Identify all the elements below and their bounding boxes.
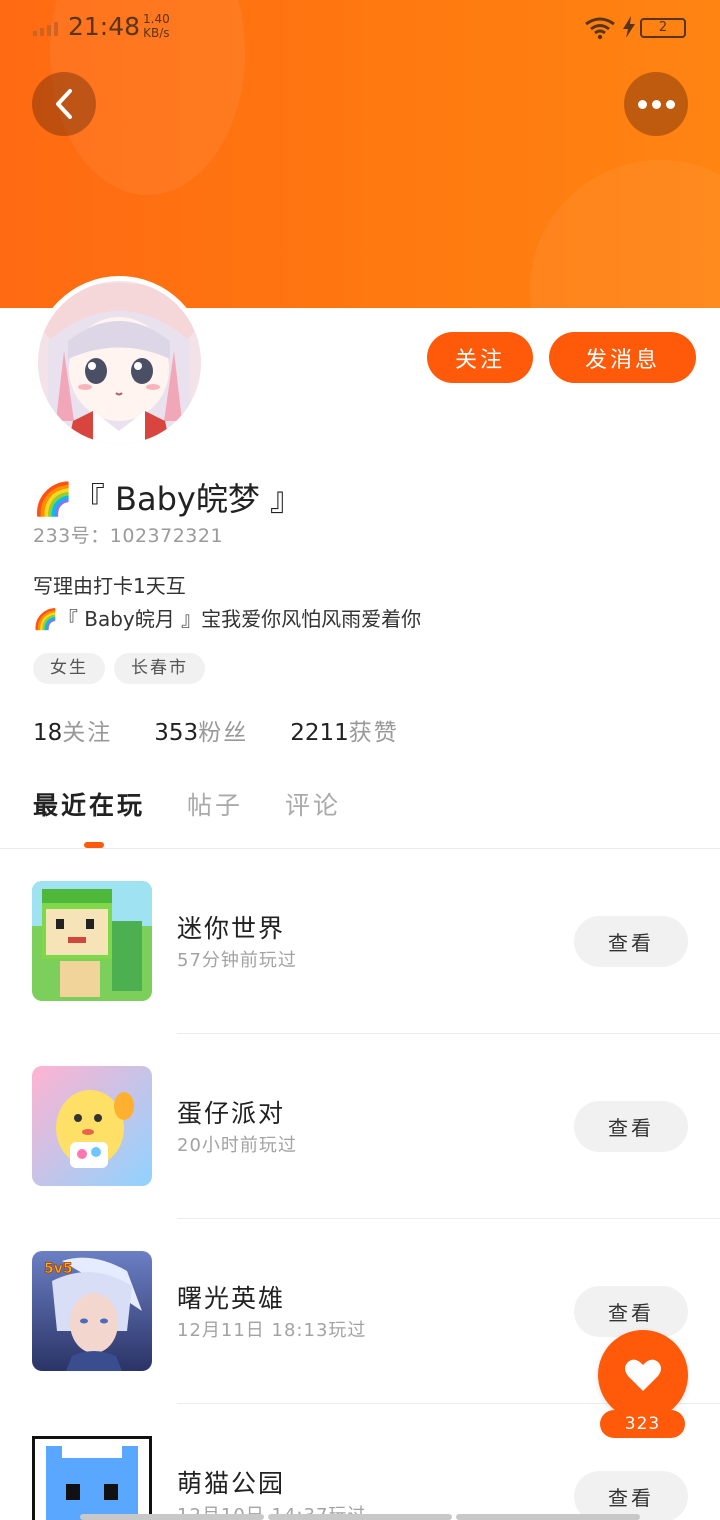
cute-cat-park-icon <box>32 1436 152 1520</box>
profile-stats: 18关注 353粉丝 2211获赞 <box>33 713 399 747</box>
list-item[interactable]: 蛋仔派对 20小时前玩过 查看 <box>0 1034 720 1219</box>
profile-uid: 233号：102372321 <box>33 525 224 547</box>
game-title: 迷你世界 <box>177 914 286 943</box>
fans-count: 353 <box>154 720 199 746</box>
back-button[interactable] <box>32 72 96 136</box>
status-bar: 21:48 1.40 KB/s 2 <box>0 0 720 56</box>
game-title: 曙光英雄 <box>177 1284 286 1313</box>
battery-icon: 2 <box>640 18 686 38</box>
profile-bio-line: 🌈『 Baby皖月 』宝我爱你风怕风雨爱着你 <box>33 607 422 631</box>
tab-posts[interactable]: 帖子 <box>187 786 243 822</box>
stat-following[interactable]: 18关注 <box>33 713 112 747</box>
tag-city: 长春市 <box>114 653 205 684</box>
chevron-left-icon <box>56 89 72 119</box>
stat-likes: 2211获赞 <box>290 713 399 747</box>
game-title: 萌猫公园 <box>177 1469 286 1498</box>
heart-icon <box>625 1359 661 1391</box>
profile-nickname: 🌈『 Baby皖梦 』 <box>33 480 303 518</box>
net-speed-unit: KB/s <box>143 26 170 40</box>
game-last-played: 20小时前玩过 <box>177 1135 297 1156</box>
signal-icon <box>33 22 58 36</box>
fans-label: 粉丝 <box>198 720 249 746</box>
more-button[interactable] <box>624 72 688 136</box>
list-item[interactable]: 迷你世界 57分钟前玩过 查看 <box>0 849 720 1034</box>
anime-girl-avatar <box>38 281 201 444</box>
mini-world-icon <box>32 881 152 1001</box>
following-label: 关注 <box>62 720 113 746</box>
tag-gender: 女生 <box>33 653 105 684</box>
profile-bio-line: 写理由打卡1天互 <box>33 574 186 598</box>
net-speed: 1.40 KB/s <box>143 12 170 40</box>
view-game-button[interactable]: 查看 <box>574 916 688 967</box>
wifi-icon <box>585 17 615 40</box>
status-time: 21:48 <box>68 12 141 41</box>
net-speed-value: 1.40 <box>143 12 170 26</box>
send-message-button[interactable]: 发消息 <box>549 332 696 383</box>
decor-circle <box>530 160 720 308</box>
following-count: 18 <box>33 720 63 746</box>
game-title: 蛋仔派对 <box>177 1099 286 1128</box>
eggy-party-icon <box>32 1066 152 1186</box>
view-game-button[interactable]: 查看 <box>574 1471 688 1520</box>
charging-icon <box>623 16 635 38</box>
tab-comments[interactable]: 评论 <box>285 786 341 822</box>
view-game-button[interactable]: 查看 <box>574 1286 688 1337</box>
likes-count: 2211 <box>290 720 349 746</box>
game-last-played: 12月11日 18:13玩过 <box>177 1320 367 1341</box>
profile-tabs: 最近在玩 帖子 评论 <box>33 786 341 822</box>
view-game-button[interactable]: 查看 <box>574 1101 688 1152</box>
profile-tags: 女生 长春市 <box>33 653 205 684</box>
more-dots-icon <box>637 99 675 109</box>
likes-label: 获赞 <box>348 720 399 746</box>
follow-button[interactable]: 关注 <box>427 332 533 383</box>
game-badge: 5v5 <box>44 1261 73 1277</box>
avatar[interactable] <box>33 276 206 449</box>
game-last-played: 57分钟前玩过 <box>177 950 297 971</box>
like-count: 323 <box>600 1410 685 1438</box>
dawn-hero-icon: 5v5 <box>32 1251 152 1371</box>
like-button[interactable] <box>598 1330 688 1420</box>
tab-recently-played[interactable]: 最近在玩 <box>33 786 145 822</box>
scroll-indicator <box>80 1514 640 1520</box>
stat-fans[interactable]: 353粉丝 <box>154 713 248 747</box>
